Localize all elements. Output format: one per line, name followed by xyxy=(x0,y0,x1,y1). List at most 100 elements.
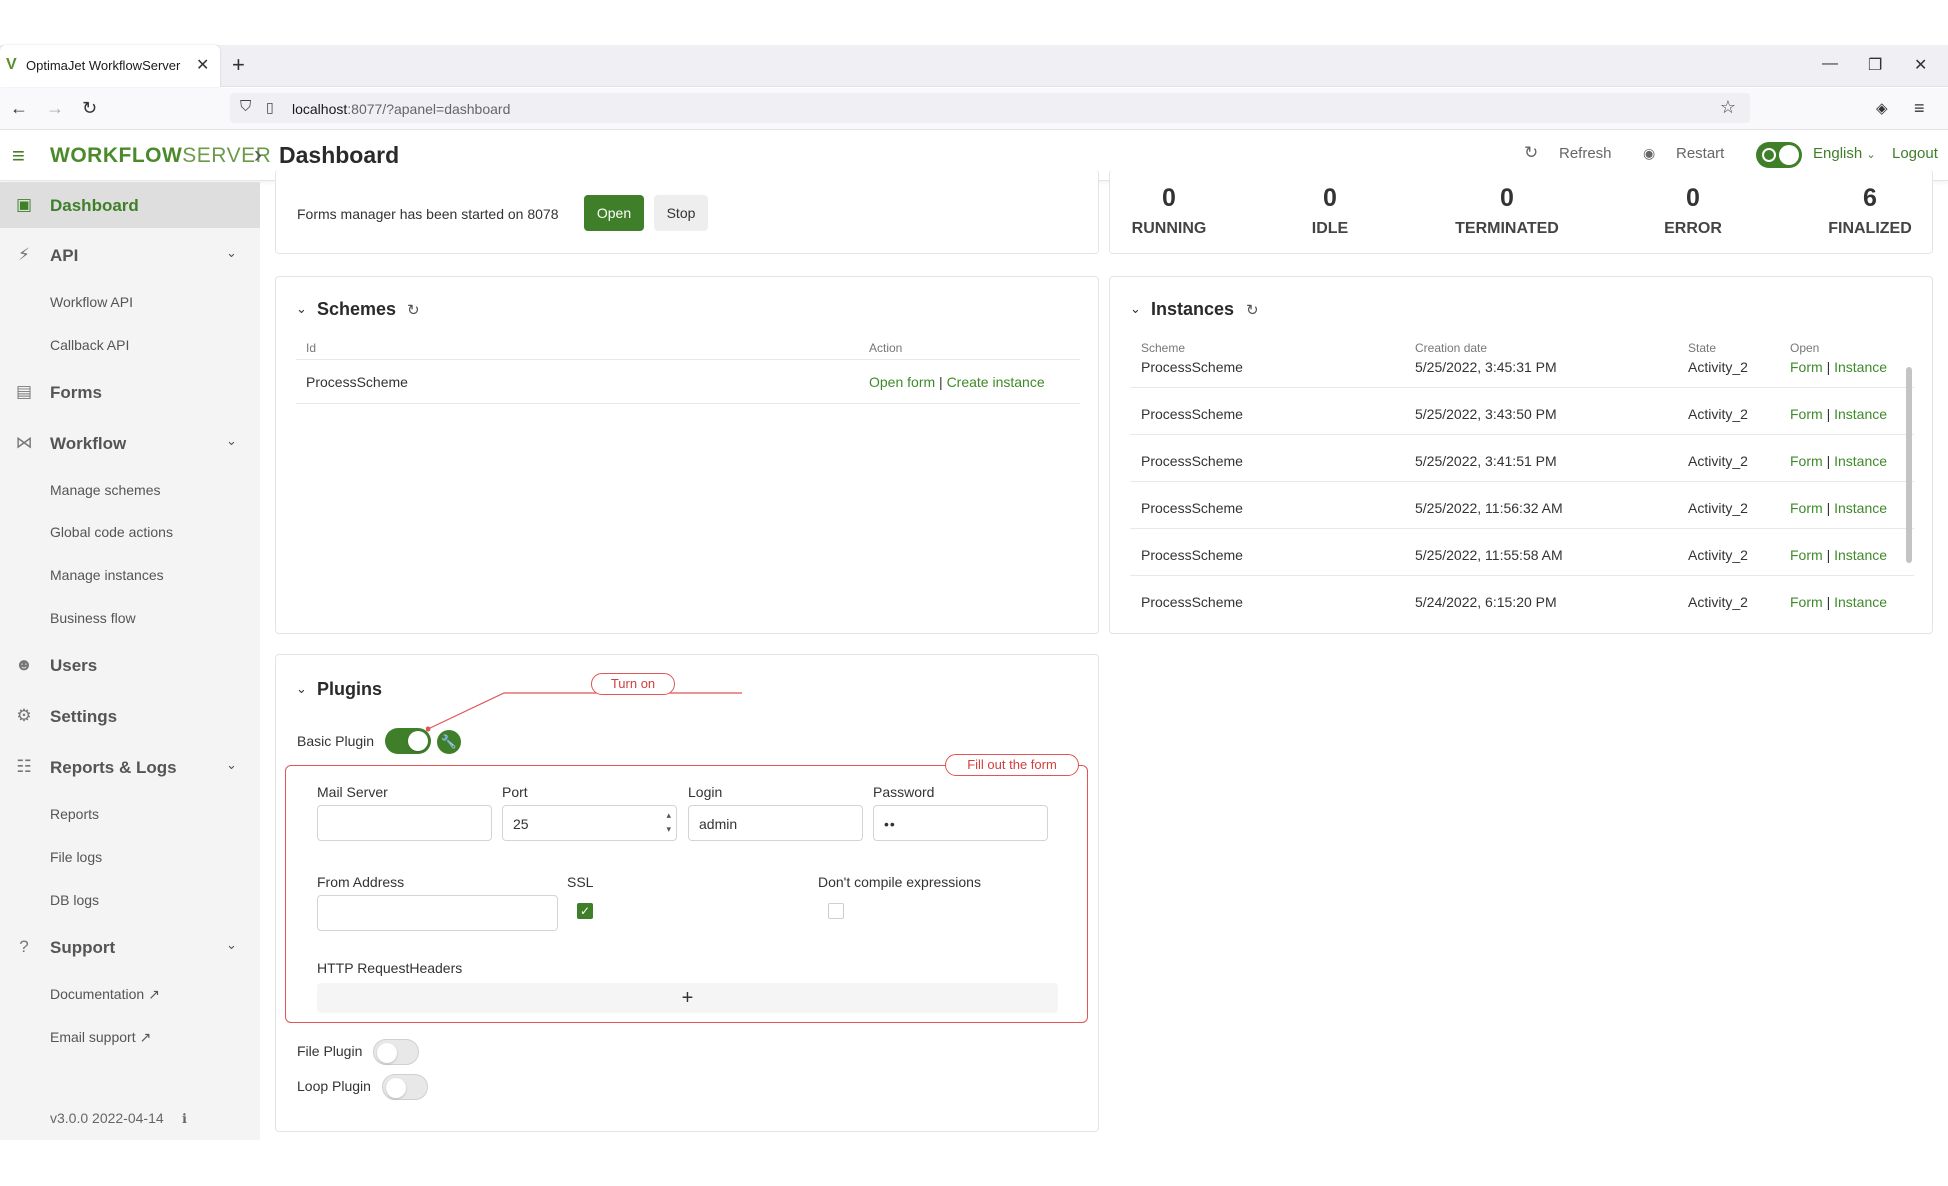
shield-icon[interactable]: ⛉ xyxy=(240,98,251,115)
sidebar-item-manage-schemes[interactable]: Manage schemes xyxy=(50,482,161,498)
sidebar-item-file-logs[interactable]: File logs xyxy=(50,849,102,865)
table-divider xyxy=(296,359,1080,360)
info-icon[interactable]: ℹ xyxy=(182,1111,187,1127)
plugins-panel: ⌄ Plugins Turn on Basic Plugin 🔧 Fill ou… xyxy=(275,654,1099,1132)
breadcrumb-chevron-icon: › xyxy=(254,141,262,168)
sidebar-item-reports-logs[interactable]: ☷ Reports & Logs ⌄ xyxy=(0,744,260,790)
sidebar-item-documentation[interactable]: Documentation ↗ xyxy=(50,986,160,1003)
bookmark-star-icon[interactable]: ☆ xyxy=(1720,97,1736,118)
sidebar-item-manage-instances[interactable]: Manage instances xyxy=(50,567,164,583)
form-link[interactable]: Form xyxy=(1790,359,1823,375)
reload-icon[interactable]: ↻ xyxy=(82,98,97,119)
stat-terminated-label: TERMINATED xyxy=(1455,220,1559,237)
stat-terminated-value: 0 xyxy=(1500,184,1514,212)
file-plugin-label: File Plugin xyxy=(297,1043,363,1059)
instance-link[interactable]: Instance xyxy=(1834,594,1887,610)
form-link[interactable]: Form xyxy=(1790,453,1823,469)
open-forms-manager-button[interactable]: Open xyxy=(584,195,644,231)
collapse-chevron-icon[interactable]: ⌄ xyxy=(296,681,307,697)
sidebar-item-reports[interactable]: Reports xyxy=(50,806,99,822)
sidebar-item-email-support[interactable]: Email support ↗ xyxy=(50,1029,151,1046)
create-instance-link[interactable]: Create instance xyxy=(947,374,1045,390)
minimize-icon[interactable]: — xyxy=(1822,55,1838,73)
dashboard-icon: ▣ xyxy=(15,195,33,214)
pocket-icon[interactable]: ◈ xyxy=(1876,99,1888,117)
sidebar-item-support[interactable]: ? Support ⌄ xyxy=(0,924,260,970)
sidebar-item-api[interactable]: ⚡ API ⌄ xyxy=(0,232,260,278)
chevron-down-icon: ⌄ xyxy=(226,937,237,952)
form-link[interactable]: Form xyxy=(1790,547,1823,563)
sidebar-item-workflow[interactable]: ⋈ Workflow ⌄ xyxy=(0,420,260,466)
browser-tab-bar: V OptimaJet WorkflowServer ✕ + — ❐ ✕ xyxy=(0,45,1948,87)
mail-server-input[interactable] xyxy=(317,805,492,841)
loop-plugin-toggle[interactable] xyxy=(382,1074,428,1100)
users-icon: ☻ xyxy=(15,655,33,674)
ssl-checkbox[interactable]: ✓ xyxy=(577,903,593,919)
sidebar-item-users[interactable]: ☻ Users xyxy=(0,642,260,688)
language-select[interactable]: English ⌄ xyxy=(1813,145,1876,162)
instances-col-scheme: Scheme xyxy=(1141,341,1186,355)
restart-button[interactable]: Restart xyxy=(1676,145,1724,162)
restore-window-icon[interactable]: ❐ xyxy=(1868,55,1882,75)
sidebar-item-dashboard[interactable]: ▣ Dashboard xyxy=(0,182,260,228)
basic-plugin-toggle[interactable] xyxy=(385,728,431,754)
stop-forms-manager-button[interactable]: Stop xyxy=(654,195,708,231)
form-link[interactable]: Form xyxy=(1790,500,1823,516)
add-header-button[interactable]: + xyxy=(317,983,1058,1013)
instance-link[interactable]: Instance xyxy=(1834,547,1887,563)
wrench-settings-icon[interactable]: 🔧 xyxy=(437,730,461,754)
new-tab-icon[interactable]: + xyxy=(232,52,245,78)
theme-toggle[interactable] xyxy=(1756,142,1802,168)
close-tab-icon[interactable]: ✕ xyxy=(196,55,209,75)
instance-link[interactable]: Instance xyxy=(1834,453,1887,469)
sidebar-item-callback-api[interactable]: Callback API xyxy=(50,337,129,353)
refresh-button[interactable]: Refresh xyxy=(1559,145,1612,162)
menu-icon[interactable]: ≡ xyxy=(1914,98,1925,119)
instance-link[interactable]: Instance xyxy=(1834,500,1887,516)
address-bar[interactable]: ⛉ ▯ localhost:8077/?apanel=dashboard ☆ xyxy=(230,93,1750,123)
scheme-id-link[interactable]: ProcessScheme xyxy=(306,374,408,390)
table-row: ProcessScheme 5/25/2022, 11:55:58 AM Act… xyxy=(1110,547,1932,591)
port-input[interactable]: 25 ▴ ▾ xyxy=(502,805,677,841)
logout-link[interactable]: Logout xyxy=(1892,145,1938,162)
collapse-chevron-icon[interactable]: ⌄ xyxy=(296,301,307,317)
hamburger-menu-icon[interactable]: ≡ xyxy=(12,143,25,169)
schemes-panel: ⌄ Schemes ↻ Id Action ProcessScheme Open… xyxy=(275,276,1099,634)
page-info-icon[interactable]: ▯ xyxy=(266,99,274,116)
open-form-link[interactable]: Open form xyxy=(869,374,935,390)
from-address-input[interactable] xyxy=(317,895,558,931)
browser-tab[interactable]: V OptimaJet WorkflowServer ✕ xyxy=(0,45,220,87)
sidebar-item-settings[interactable]: ⚙ Settings xyxy=(0,693,260,739)
instance-link[interactable]: Instance xyxy=(1834,359,1887,375)
sidebar-item-forms[interactable]: ▤ Forms xyxy=(0,369,260,415)
instance-link[interactable]: Instance xyxy=(1834,406,1887,422)
refresh-schemes-icon[interactable]: ↻ xyxy=(407,301,420,319)
refresh-instances-icon[interactable]: ↻ xyxy=(1246,301,1259,319)
mail-server-label: Mail Server xyxy=(317,784,388,800)
back-icon[interactable]: ← xyxy=(10,98,28,119)
dont-compile-checkbox[interactable] xyxy=(828,903,844,919)
login-input[interactable]: admin xyxy=(688,805,863,841)
table-divider xyxy=(296,403,1080,404)
password-input[interactable]: •• xyxy=(873,805,1048,841)
number-stepper-icon[interactable]: ▴ ▾ xyxy=(666,808,671,836)
restart-icon[interactable]: ◉ xyxy=(1643,145,1655,162)
basic-plugin-form: Fill out the form Mail Server Port 25 ▴ ▾… xyxy=(285,754,1088,1023)
table-row: ProcessScheme 5/24/2022, 6:15:20 PM Acti… xyxy=(1141,594,1888,610)
theme-ring-icon xyxy=(1762,148,1776,162)
refresh-icon[interactable]: ↻ xyxy=(1524,143,1538,163)
collapse-chevron-icon[interactable]: ⌄ xyxy=(1130,301,1141,317)
close-window-icon[interactable]: ✕ xyxy=(1914,55,1927,75)
stat-error-label: ERROR xyxy=(1664,220,1722,237)
sidebar-item-global-code-actions[interactable]: Global code actions xyxy=(50,524,173,540)
toggle-knob xyxy=(1779,145,1799,165)
sidebar-item-business-flow[interactable]: Business flow xyxy=(50,610,136,626)
brand-logo[interactable]: WORKFLOWSERVER xyxy=(50,144,271,168)
forward-icon[interactable]: → xyxy=(46,98,64,119)
file-plugin-toggle[interactable] xyxy=(373,1039,419,1065)
sidebar-item-workflow-api[interactable]: Workflow API xyxy=(50,294,133,310)
form-link[interactable]: Form xyxy=(1790,406,1823,422)
instances-scrollbar[interactable] xyxy=(1906,367,1912,563)
form-link[interactable]: Form xyxy=(1790,594,1823,610)
sidebar-item-db-logs[interactable]: DB logs xyxy=(50,892,99,908)
